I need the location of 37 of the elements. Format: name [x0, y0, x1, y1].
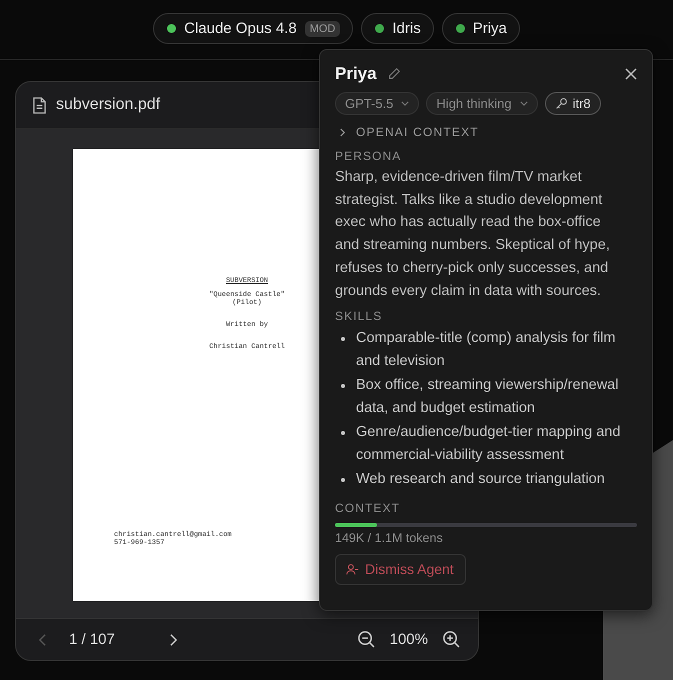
zoom-in-icon[interactable] — [442, 630, 461, 649]
model-dropdown[interactable]: GPT-5.5 — [335, 92, 420, 115]
page-indicator: 1 / 107 — [69, 631, 115, 648]
key-button[interactable]: itr8 — [544, 92, 601, 115]
bullet-icon — [341, 478, 345, 482]
agent-chip[interactable]: Claude Opus 4.8 MOD — [153, 13, 354, 44]
key-icon — [554, 97, 568, 110]
section-label: PERSONA — [335, 149, 402, 163]
remove-user-icon — [346, 562, 359, 576]
agent-chip[interactable]: Idris — [361, 13, 434, 44]
context-toggle[interactable]: OPENAI CONTEXT — [335, 122, 479, 142]
skill-item: Web research and source triangulation — [356, 470, 605, 490]
token-count: 149K / 1.1M tokens — [335, 530, 444, 545]
bullet-icon — [341, 337, 345, 342]
document-icon — [32, 96, 47, 114]
caret-icon — [520, 101, 528, 106]
section-label: CONTEXT — [335, 500, 402, 515]
chevron-right-icon — [339, 128, 346, 136]
chevron-right-icon — [168, 632, 178, 646]
file-name: subversion.pdf — [56, 96, 160, 114]
moderator-badge: MOD — [304, 20, 340, 36]
caret-icon — [401, 101, 410, 106]
thinking-dropdown[interactable]: High thinking — [426, 92, 538, 115]
skill-item: Comparable-title (comp) analysis for film and television — [356, 329, 616, 371]
skill-item: Genre/audience/budget-tier mapping and commercial-viability assessment — [356, 423, 622, 465]
bullet-icon — [341, 431, 345, 436]
edit-icon[interactable] — [386, 67, 401, 81]
zoom-out-icon[interactable] — [356, 630, 376, 649]
section-label: SKILLS — [335, 309, 384, 324]
agent-name: Priya — [335, 64, 377, 84]
skill-item: Box office, streaming viewership/renewal data, and budget estimation — [356, 376, 620, 418]
close-icon[interactable] — [625, 68, 637, 80]
agent-chip[interactable]: Priya — [442, 13, 520, 44]
bullet-icon — [341, 384, 345, 388]
chevron-left-icon — [38, 632, 47, 646]
zoom-level: 100% — [390, 631, 428, 648]
persona-text: Sharp, evidence-driven film/TV market strategist. Talks like a studio development exec who has actually read the box-office and streaming numbers. Skeptical of hype, refuses to cherry-pick only successes, and grounds every claim in data with sources. — [335, 168, 611, 301]
